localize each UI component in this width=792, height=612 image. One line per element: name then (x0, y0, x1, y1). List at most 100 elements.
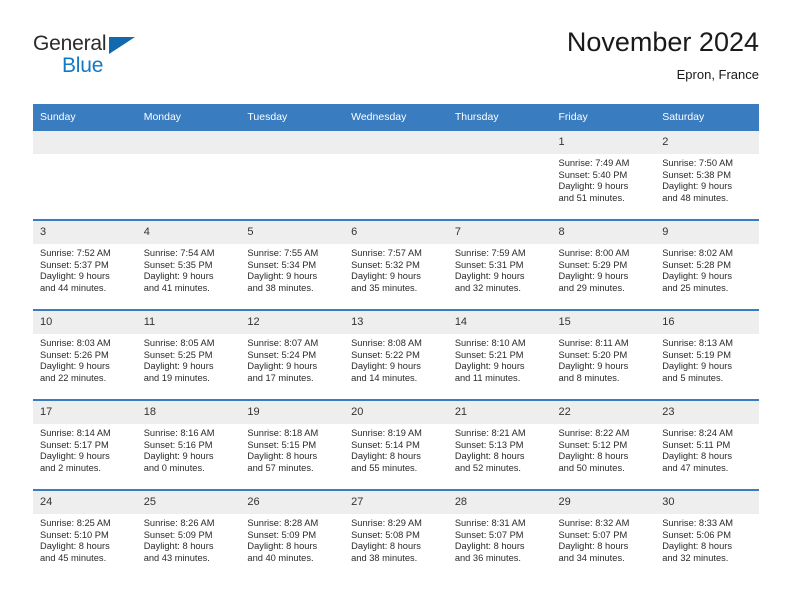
triangle-icon (109, 37, 135, 54)
sunrise-text: Sunrise: 8:07 AM (247, 338, 319, 348)
daylight-text-line1: Daylight: 9 hours (143, 271, 214, 282)
day-number (240, 131, 345, 154)
daylight-text-line1: Daylight: 8 hours (351, 541, 421, 552)
weekday-header-friday: Friday (551, 104, 656, 130)
calendar-day-cell[interactable]: 20 Sunrise: 8:19 AM Sunset: 5:14 PM Dayligh… (344, 399, 448, 490)
day-details: Sunrise: 8:08 AM Sunset: 5:22 PM Daylight:… (344, 334, 448, 384)
day-number: 26 (240, 491, 345, 514)
sunset-text: Sunset: 5:06 PM (662, 529, 731, 540)
daylight-text-line1: Daylight: 8 hours (40, 541, 110, 552)
calendar-day-cell[interactable]: 23 Sunrise: 8:24 AM Sunset: 5:11 PM Dayligh… (655, 399, 759, 490)
day-number: 6 (344, 221, 448, 244)
calendar-day-cell[interactable]: 12 Sunrise: 8:07 AM Sunset: 5:24 PM Dayligh… (240, 309, 345, 400)
day-details: Sunrise: 8:11 AM Sunset: 5:20 PM Daylight:… (552, 334, 656, 384)
calendar-day-cell[interactable]: 25 Sunrise: 8:26 AM Sunset: 5:09 PM Dayligh… (136, 489, 241, 579)
daylight-text-line2: and 50 minutes. (558, 462, 625, 473)
calendar-day-cell[interactable]: 11 Sunrise: 8:05 AM Sunset: 5:25 PM Dayligh… (136, 309, 241, 400)
daylight-text-line2: and 52 minutes. (454, 462, 521, 473)
day-number: 22 (551, 401, 656, 424)
daylight-text-line2: and 57 minutes. (247, 462, 314, 473)
sunrise-text: Sunrise: 8:24 AM (662, 428, 734, 438)
calendar-day-cell[interactable]: 10 Sunrise: 8:03 AM Sunset: 5:26 PM Dayligh… (33, 309, 137, 400)
day-number: 5 (240, 221, 345, 244)
day-number: 10 (33, 311, 137, 334)
day-details: Sunrise: 7:59 AM Sunset: 5:31 PM Daylight:… (448, 244, 552, 294)
daylight-text-line1: Daylight: 8 hours (558, 451, 629, 462)
brand-logo[interactable]: General Blue (33, 26, 153, 86)
calendar-week-row: 24 Sunrise: 8:25 AM Sunset: 5:10 PM Dayligh… (33, 489, 759, 579)
calendar-day-cell[interactable]: 30 Sunrise: 8:33 AM Sunset: 5:06 PM Dayligh… (655, 489, 759, 579)
sunset-text: Sunset: 5:31 PM (454, 259, 524, 270)
sunset-text: Sunset: 5:34 PM (247, 259, 317, 270)
calendar-day-cell[interactable]: 15 Sunrise: 8:11 AM Sunset: 5:20 PM Dayligh… (551, 309, 656, 400)
day-details: Sunrise: 8:05 AM Sunset: 5:25 PM Daylight:… (137, 334, 241, 384)
weekday-header-thursday: Thursday (447, 104, 552, 130)
calendar-day-cell[interactable]: 1 Sunrise: 7:49 AM Sunset: 5:40 PM Daylight… (551, 129, 656, 220)
daylight-text-line2: and 14 minutes. (351, 372, 418, 383)
day-details: Sunrise: 8:31 AM Sunset: 5:07 PM Daylight:… (448, 514, 552, 564)
daylight-text-line1: Daylight: 9 hours (558, 271, 629, 282)
calendar-day-cell[interactable]: 28 Sunrise: 8:31 AM Sunset: 5:07 PM Dayligh… (447, 489, 552, 579)
calendar-day-cell[interactable]: 26 Sunrise: 8:28 AM Sunset: 5:09 PM Dayligh… (240, 489, 345, 579)
daylight-text-line1: Daylight: 9 hours (558, 361, 629, 372)
daylight-text-line1: Daylight: 8 hours (247, 451, 318, 462)
day-details: Sunrise: 7:50 AM Sunset: 5:38 PM Daylight:… (655, 154, 759, 204)
daylight-text-line2: and 35 minutes. (351, 282, 418, 293)
calendar-day-cell[interactable]: 5 Sunrise: 7:55 AM Sunset: 5:34 PM Daylight… (240, 219, 345, 310)
calendar-day-cell[interactable]: 19 Sunrise: 8:18 AM Sunset: 5:15 PM Dayligh… (240, 399, 345, 490)
day-details: Sunrise: 7:54 AM Sunset: 5:35 PM Daylight:… (137, 244, 241, 294)
calendar-day-cell[interactable]: 22 Sunrise: 8:22 AM Sunset: 5:12 PM Dayligh… (551, 399, 656, 490)
calendar-day-cell[interactable]: 2 Sunrise: 7:50 AM Sunset: 5:38 PM Daylight… (655, 129, 759, 220)
calendar-day-cell[interactable]: 4 Sunrise: 7:54 AM Sunset: 5:35 PM Daylight… (136, 219, 241, 310)
daylight-text-line1: Daylight: 9 hours (247, 361, 318, 372)
daylight-text-line1: Daylight: 9 hours (662, 271, 732, 282)
calendar-day-cell[interactable]: 6 Sunrise: 7:57 AM Sunset: 5:32 PM Daylight… (344, 219, 448, 310)
calendar-day-cell[interactable]: 21 Sunrise: 8:21 AM Sunset: 5:13 PM Dayligh… (447, 399, 552, 490)
day-number: 18 (136, 401, 241, 424)
daylight-text-line2: and 45 minutes. (40, 552, 107, 563)
sunrise-text: Sunrise: 7:59 AM (454, 248, 526, 258)
calendar-day-cell[interactable]: 13 Sunrise: 8:08 AM Sunset: 5:22 PM Dayligh… (344, 309, 448, 400)
calendar-day-cell[interactable]: 18 Sunrise: 8:16 AM Sunset: 5:16 PM Dayligh… (136, 399, 241, 490)
daylight-text-line2: and 32 minutes. (662, 552, 729, 563)
calendar-day-cell[interactable]: 8 Sunrise: 8:00 AM Sunset: 5:29 PM Daylight… (551, 219, 656, 310)
day-number: 16 (655, 311, 759, 334)
calendar-day-cell[interactable]: 24 Sunrise: 8:25 AM Sunset: 5:10 PM Dayligh… (33, 489, 137, 579)
calendar-day-cell[interactable]: 14 Sunrise: 8:10 AM Sunset: 5:21 PM Dayligh… (447, 309, 552, 400)
calendar-page: General Blue November 2024 Epron, France… (0, 0, 792, 612)
calendar-day-cell[interactable]: 27 Sunrise: 8:29 AM Sunset: 5:08 PM Dayligh… (344, 489, 448, 579)
daylight-text-line1: Daylight: 9 hours (662, 181, 732, 192)
weekday-header-wednesday: Wednesday (344, 104, 448, 130)
day-number: 27 (344, 491, 448, 514)
daylight-text-line1: Daylight: 8 hours (662, 541, 732, 552)
sunset-text: Sunset: 5:25 PM (143, 349, 213, 360)
calendar-day-cell-empty (344, 129, 448, 220)
calendar-day-cell[interactable]: 7 Sunrise: 7:59 AM Sunset: 5:31 PM Daylight… (447, 219, 552, 310)
day-number: 19 (240, 401, 345, 424)
day-details: Sunrise: 8:10 AM Sunset: 5:21 PM Daylight:… (448, 334, 552, 384)
calendar-day-cell[interactable]: 3 Sunrise: 7:52 AM Sunset: 5:37 PM Daylight… (33, 219, 137, 310)
day-number: 28 (447, 491, 552, 514)
brand-name-bottom: Blue (62, 54, 104, 77)
daylight-text-line2: and 38 minutes. (351, 552, 418, 563)
weekday-header-sunday: Sunday (33, 104, 137, 130)
daylight-text-line1: Daylight: 9 hours (454, 271, 525, 282)
day-number: 9 (655, 221, 759, 244)
daylight-text-line1: Daylight: 9 hours (351, 361, 421, 372)
day-details: Sunrise: 8:00 AM Sunset: 5:29 PM Daylight:… (552, 244, 656, 294)
day-number (344, 131, 448, 154)
calendar-day-cell[interactable]: 9 Sunrise: 8:02 AM Sunset: 5:28 PM Daylight… (655, 219, 759, 310)
day-number: 11 (136, 311, 241, 334)
day-details: Sunrise: 8:29 AM Sunset: 5:08 PM Daylight:… (344, 514, 448, 564)
day-number: 21 (447, 401, 552, 424)
calendar-day-cell[interactable]: 16 Sunrise: 8:13 AM Sunset: 5:19 PM Dayligh… (655, 309, 759, 400)
sunrise-text: Sunrise: 7:50 AM (662, 158, 734, 168)
day-details: Sunrise: 8:03 AM Sunset: 5:26 PM Daylight:… (33, 334, 137, 384)
calendar-day-cell[interactable]: 29 Sunrise: 8:32 AM Sunset: 5:07 PM Dayligh… (551, 489, 656, 579)
sunrise-text: Sunrise: 8:18 AM (247, 428, 319, 438)
sunset-text: Sunset: 5:14 PM (351, 439, 420, 450)
daylight-text-line2: and 29 minutes. (558, 282, 625, 293)
day-details: Sunrise: 8:21 AM Sunset: 5:13 PM Daylight:… (448, 424, 552, 474)
sunrise-text: Sunrise: 8:32 AM (558, 518, 630, 528)
calendar-day-cell[interactable]: 17 Sunrise: 8:14 AM Sunset: 5:17 PM Dayligh… (33, 399, 137, 490)
